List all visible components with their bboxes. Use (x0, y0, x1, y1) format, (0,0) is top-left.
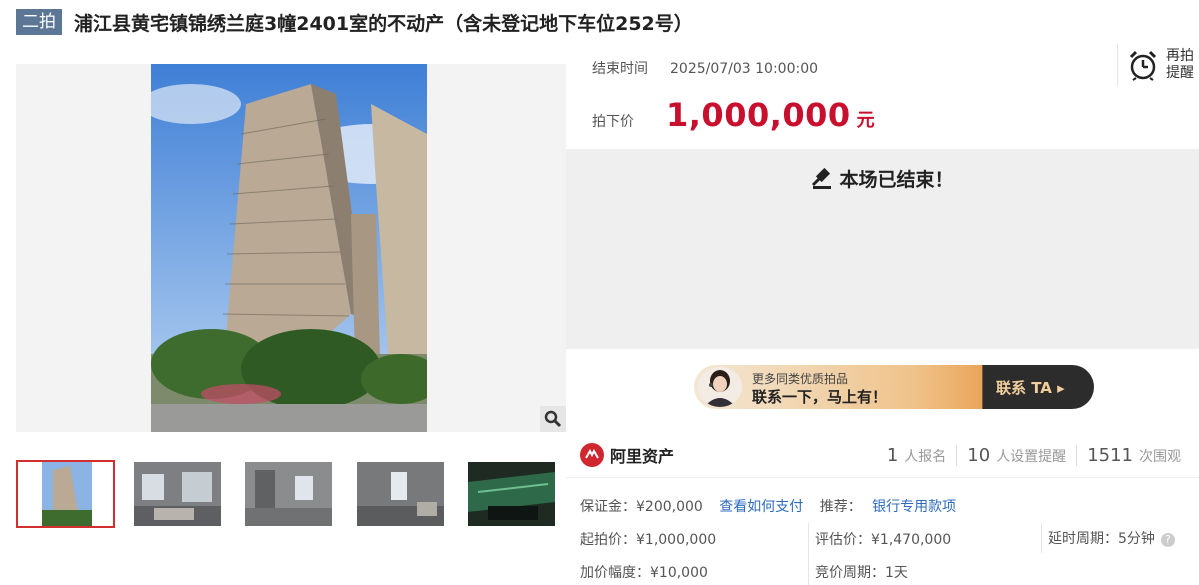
remind-line1: 再拍 (1166, 48, 1194, 64)
stat-signups: 1 人报名 (886, 445, 947, 466)
stat-views: 1511 次围观 (1076, 445, 1191, 466)
bank-funds-link[interactable]: 银行专用款项 (872, 499, 956, 515)
divider (808, 523, 809, 585)
platform-brand: 阿里资产 (580, 443, 674, 467)
deposit-value: 保证金：¥200,000 (580, 499, 703, 515)
price-label: 拍下价 (592, 114, 634, 130)
thumbnail[interactable] (245, 462, 332, 526)
thumbnail-strip (16, 460, 566, 528)
price-unit: 元 (856, 110, 875, 131)
zoom-icon[interactable] (540, 406, 566, 432)
auction-panel: 结束时间 2025/07/03 10:00:00 拍下价 1,000,000 元 … (566, 40, 1199, 585)
bid-increment: 加价幅度：¥10,000 (580, 565, 708, 581)
auction-ended-panel: 本场已结束！ (566, 149, 1199, 349)
promo-banner[interactable]: 更多同类优质拍品 联系一下，马上有！ 联系 TA ▸ (572, 351, 1199, 431)
price-row: 拍下价 1,000,000 元 (592, 96, 875, 134)
auction-ended-message: 本场已结束！ (566, 165, 1199, 192)
how-to-pay-link[interactable]: 查看如何支付 (719, 499, 803, 515)
stats-bar: 1 人报名 10 人设置提醒 1511 次围观 (877, 445, 1191, 466)
auction-info: 阿里资产 1 人报名 10 人设置提醒 1511 次围观 保证金：¥200,000 查… (566, 431, 1199, 585)
appraisal-price: 评估价：¥1,470,000 (815, 532, 952, 548)
end-time-row: 结束时间 2025/07/03 10:00:00 (592, 58, 818, 78)
contact-pill[interactable]: 更多同类优质拍品 联系一下，马上有！ 联系 TA ▸ (694, 365, 1094, 409)
start-price: 起拍价：¥1,000,000 (580, 532, 717, 548)
promo-line1: 更多同类优质拍品 (752, 372, 849, 386)
round-badge: 二拍 (16, 9, 62, 35)
divider (566, 477, 1199, 478)
platform-name: 阿里资产 (610, 447, 675, 466)
page-title: 浦江县黄宅镇锦绣兰庭3幢2401室的不动产（含未登记地下车位252号） (74, 12, 693, 35)
end-time-label: 结束时间 (592, 61, 648, 77)
alarm-clock-icon (1129, 50, 1157, 81)
thumbnail[interactable] (134, 462, 221, 526)
end-time-value: 2025/07/03 10:00:00 (670, 61, 819, 77)
building-photo (151, 64, 427, 432)
agent-avatar (698, 367, 742, 407)
gavel-icon (812, 167, 832, 189)
final-price: 1,000,000 (666, 96, 851, 134)
recommend-label: 推荐： (819, 499, 862, 515)
contact-ta-button[interactable]: 联系 TA ▸ (996, 377, 1065, 398)
stat-reminders: 10 人设置提醒 (956, 445, 1076, 466)
ali-assets-logo-icon (580, 443, 604, 467)
main-image-viewer[interactable] (16, 64, 566, 432)
bid-cycle: 竞价周期：1天 (815, 565, 908, 581)
deposit-row: 保证金：¥200,000 查看如何支付 推荐： 银行专用款项 (580, 496, 956, 516)
thumbnail[interactable] (468, 462, 555, 526)
remind-line2: 提醒 (1166, 65, 1194, 81)
thumbnail[interactable] (357, 462, 444, 526)
promo-line2: 联系一下，马上有！ (752, 388, 888, 406)
header: 二拍 浦江县黄宅镇锦绣兰庭3幢2401室的不动产（含未登记地下车位252号） (16, 8, 693, 36)
help-icon[interactable]: ? (1160, 533, 1175, 547)
thumbnail[interactable] (16, 460, 115, 528)
divider (1041, 523, 1042, 553)
reauction-reminder-button[interactable]: 再拍 提醒 (1117, 44, 1199, 86)
delay-period: 延时周期：5分钟? (1048, 528, 1175, 548)
